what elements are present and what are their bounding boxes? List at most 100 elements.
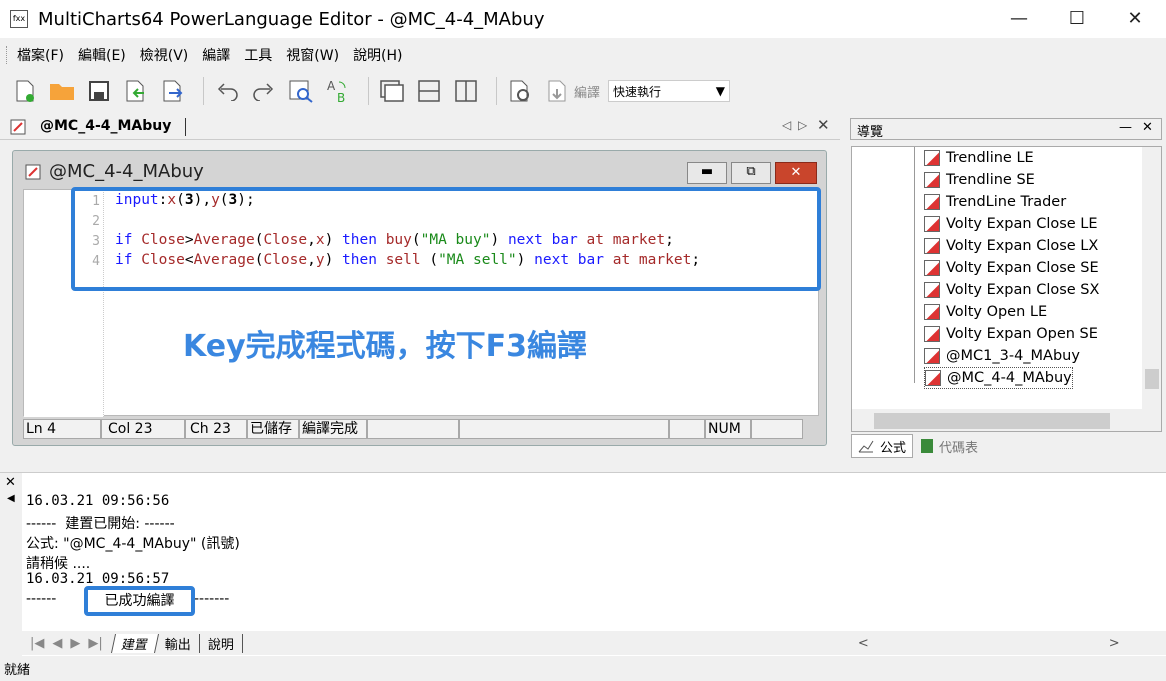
toolbar-separator — [203, 77, 204, 105]
output-tabs: |◀ ◀ ▶ ▶| 建置 輸出 說明 < > — [22, 631, 1166, 655]
annotation-text: Key完成程式碼，按下F3編譯 — [183, 329, 587, 364]
signal-icon — [924, 348, 940, 364]
import-icon[interactable] — [121, 76, 151, 106]
save-icon[interactable] — [84, 76, 114, 106]
output-line: 16.03.21 09:56:56 — [26, 493, 170, 509]
tree-item[interactable]: Trendline LE — [924, 147, 1034, 169]
toolbar-separator — [368, 77, 369, 105]
scroll-right-icon[interactable]: > — [1109, 636, 1120, 651]
menu-edit[interactable]: 編輯(E) — [78, 45, 126, 65]
code-highlight-box — [71, 187, 821, 291]
minimize-icon[interactable]: — — [1119, 120, 1132, 135]
tab-scroll-left-icon[interactable]: ◁ — [782, 118, 791, 132]
vertical-scrollbar[interactable] — [1142, 147, 1161, 409]
signal-icon — [10, 119, 26, 135]
cascade-icon[interactable] — [377, 76, 407, 106]
tree-item[interactable]: Volty Expan Close SX — [924, 279, 1099, 301]
tree-item[interactable]: Volty Expan Close LX — [924, 235, 1098, 257]
signal-icon — [924, 150, 940, 166]
undo-icon[interactable] — [212, 76, 242, 106]
menu-compile[interactable]: 編譯 — [202, 45, 230, 65]
find-icon[interactable] — [286, 76, 316, 106]
tree-item[interactable]: Volty Expan Open SE — [924, 323, 1098, 345]
close-button[interactable]: ✕ — [1106, 0, 1164, 38]
close-icon[interactable]: ✕ — [1142, 120, 1153, 135]
toolbar-separator — [496, 77, 497, 105]
chart-icon — [858, 439, 874, 453]
output-line: ------ 建置已開始: ------ — [26, 516, 175, 532]
compile-success-highlight: 已成功編譯 — [84, 586, 195, 616]
redo-icon[interactable] — [249, 76, 279, 106]
status-col: Col 23 — [101, 419, 185, 439]
tab-formula[interactable]: 公式 — [851, 434, 914, 458]
tab-build[interactable]: 建置 — [110, 633, 159, 653]
editor-restore-button[interactable]: ⧉ — [731, 162, 771, 184]
maximize-button[interactable]: ☐ — [1048, 0, 1106, 38]
output-line: 公式: "@MC_4-4_MAbuy" (訊號) — [26, 536, 240, 552]
tab-symbols[interactable]: 代碼表 — [913, 437, 986, 456]
status-num: NUM — [705, 419, 751, 439]
menu-file[interactable]: 檔案(F) — [17, 45, 64, 65]
horizontal-scrollbar[interactable] — [852, 409, 1161, 431]
tile-vertical-icon[interactable] — [451, 76, 481, 106]
editor-minimize-button[interactable]: ▬ — [687, 162, 727, 184]
new-study-icon[interactable] — [10, 76, 40, 106]
menu-window[interactable]: 視窗(W) — [286, 45, 339, 65]
tab-scroll-right-icon[interactable]: ▷ — [798, 118, 807, 132]
tree-item[interactable]: Volty Expan Close LE — [924, 213, 1098, 235]
tree-item[interactable]: Volty Open LE — [924, 301, 1047, 323]
prev-page-icon[interactable]: ◀ — [52, 636, 62, 651]
tab-caret — [185, 118, 186, 136]
signal-icon — [924, 238, 940, 254]
tab-help[interactable]: 說明 — [200, 633, 243, 653]
menu-bar: 檔案(F) 編輯(E) 檢視(V) 編譯 工具 視窗(W) 說明(H) — [0, 40, 1166, 70]
navigator-tabs: 公式 代碼表 — [851, 434, 1163, 458]
tab-document[interactable]: @MC_4-4_MAbuy — [40, 118, 171, 134]
app-icon: fxx — [10, 10, 28, 28]
signal-icon — [924, 172, 940, 188]
menu-help[interactable]: 說明(H) — [353, 45, 402, 65]
collapse-icon[interactable]: ◀ — [7, 493, 15, 504]
signal-icon — [924, 216, 940, 232]
compile-label[interactable]: 編譯 — [574, 82, 600, 101]
run-mode-select[interactable]: 快速執行 ▼ — [608, 80, 731, 102]
title-bar: fxx MultiCharts64 PowerLanguage Editor -… — [0, 0, 1166, 38]
replace-icon[interactable]: AB — [323, 76, 353, 106]
tree-item[interactable]: @MC1_3-4_MAbuy — [924, 345, 1080, 367]
tree-item-selected[interactable]: @MC_4-4_MAbuy — [924, 367, 1073, 389]
compile-icon[interactable] — [542, 76, 572, 106]
status-ch: Ch 23 — [185, 419, 247, 439]
scrollbar-thumb[interactable] — [874, 413, 1110, 429]
signal-icon — [924, 326, 940, 342]
run-mode-value: 快速執行 — [613, 84, 662, 99]
signal-icon — [924, 194, 940, 210]
signal-icon — [924, 260, 940, 276]
status-cell-empty — [669, 419, 705, 439]
tree-item[interactable]: Trendline SE — [924, 169, 1035, 191]
next-page-icon[interactable]: ▶ — [70, 636, 80, 651]
tree-item[interactable]: Volty Expan Close SE — [924, 257, 1099, 279]
signal-icon — [925, 370, 941, 386]
tab-output[interactable]: 輸出 — [157, 633, 200, 653]
scrollbar-thumb[interactable] — [1145, 369, 1159, 389]
tab-close-icon[interactable]: ✕ — [817, 116, 830, 134]
close-icon[interactable]: ✕ — [5, 475, 16, 490]
open-folder-icon[interactable] — [47, 76, 77, 106]
svg-text:B: B — [337, 91, 345, 104]
properties-icon[interactable] — [505, 76, 535, 106]
tile-horizontal-icon[interactable] — [414, 76, 444, 106]
status-cell-empty — [367, 419, 459, 439]
editor-status-row: Ln 4 Col 23 Ch 23 已儲存 編譯完成 NUM — [23, 419, 819, 439]
export-icon[interactable] — [158, 76, 188, 106]
editor-close-button[interactable]: ✕ — [775, 162, 817, 184]
menu-view[interactable]: 檢視(V) — [140, 45, 189, 65]
menu-tools[interactable]: 工具 — [244, 45, 272, 65]
tree-item[interactable]: TrendLine Trader — [924, 191, 1066, 213]
status-cell-empty — [751, 419, 803, 439]
minimize-button[interactable]: — — [990, 0, 1048, 38]
scroll-left-icon[interactable]: < — [858, 636, 869, 651]
first-page-icon[interactable]: |◀ — [30, 636, 44, 651]
last-page-icon[interactable]: ▶| — [88, 636, 102, 651]
toolbar: AB 編譯 快速執行 ▼ — [0, 71, 1166, 111]
document-tab-strip: @MC_4-4_MAbuy ◁ ▷ ✕ — [0, 114, 840, 140]
